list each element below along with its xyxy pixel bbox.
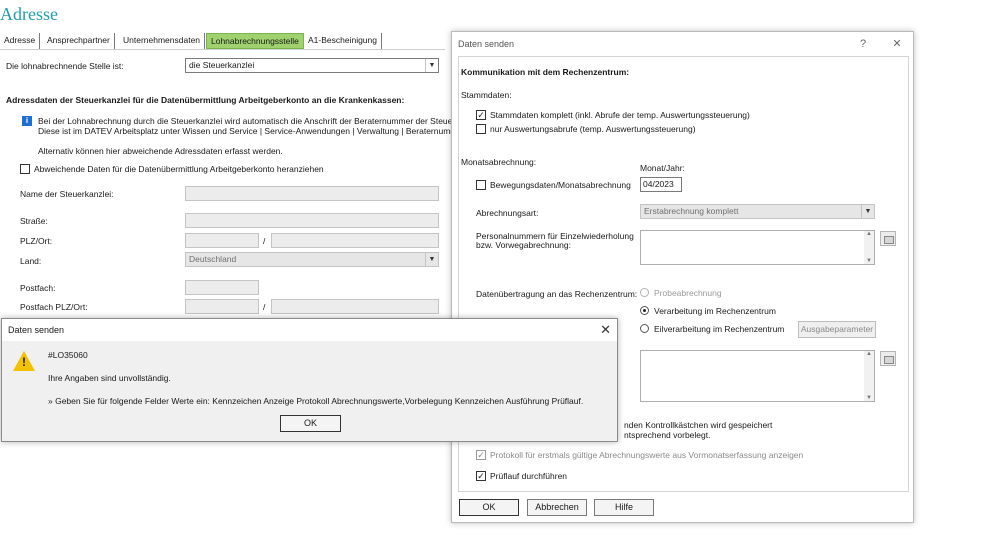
scroll-up-icon: ▲ xyxy=(866,231,872,237)
error-ok-button[interactable]: OK xyxy=(280,415,341,432)
abrechnungsart-value: Erstabrechnung komplett xyxy=(644,206,739,216)
probe-radio-label: Probeabrechnung xyxy=(654,288,722,298)
bemerkung-picker-button[interactable] xyxy=(880,351,896,366)
eil-radio[interactable] xyxy=(640,324,649,333)
bewegung-checkbox[interactable] xyxy=(476,180,486,190)
hint-line-2: ntsprechend vorbelegt. xyxy=(624,430,711,440)
info-text-line3: Alternativ können hier abweichende Adres… xyxy=(38,146,283,156)
chevron-down-icon: ▼ xyxy=(425,59,438,72)
help-icon[interactable]: ? xyxy=(856,32,870,56)
tab-lohnabrechnungsstelle[interactable]: Lohnabrechnungsstelle xyxy=(206,33,304,49)
pruef-checkbox[interactable]: ✓ xyxy=(476,471,486,481)
strasse-input[interactable] xyxy=(185,213,439,228)
stelle-label: Die lohnabrechnende Stelle ist: xyxy=(6,61,124,71)
verarbeitung-radio[interactable] xyxy=(640,306,649,315)
close-icon[interactable]: ✕ xyxy=(890,32,904,56)
error-message: Ihre Angaben sind unvollständig. xyxy=(48,373,171,383)
monats-label: Monatsabrechnung: xyxy=(461,157,537,167)
postfach-ort-input[interactable] xyxy=(271,299,439,314)
scroll-down-icon: ▼ xyxy=(866,258,872,264)
stammdaten-checkbox[interactable]: ✓ xyxy=(476,110,486,120)
abbrechen-button[interactable]: Abbrechen xyxy=(527,499,587,516)
ok-button[interactable]: OK xyxy=(459,499,519,516)
monat-jahr-input[interactable]: 04/2023 xyxy=(640,177,682,192)
stammdaten-checkbox-label: Stammdaten komplett (inkl. Abrufe der te… xyxy=(490,110,750,120)
abrechnungsart-label: Abrechnungsart: xyxy=(476,208,539,218)
protokoll-checkbox-label: Protokoll für erstmals gültige Abrechnun… xyxy=(490,450,804,460)
personalnr-textarea[interactable]: ▲ ▼ xyxy=(640,230,875,265)
monat-jahr-label: Monat/Jahr: xyxy=(640,163,685,173)
stelle-select[interactable]: die Steuerkanzlei ▼ xyxy=(185,58,439,73)
stelle-select-value: die Steuerkanzlei xyxy=(189,60,255,70)
error-detail: » Geben Sie für folgende Felder Werte ei… xyxy=(48,396,584,406)
tab-unternehmensdaten[interactable]: Unternehmensdaten xyxy=(119,33,206,49)
postfach-plz-label: Postfach PLZ/Ort: xyxy=(20,302,88,312)
scroll-down-icon: ▼ xyxy=(866,395,872,401)
name-label: Name der Steuerkanzlei: xyxy=(20,189,114,199)
protokoll-checkbox[interactable]: ✓ xyxy=(476,450,486,460)
hint-line-1: nden Kontrollkästchen wird gespeichert xyxy=(624,420,773,430)
scrollbar[interactable]: ▲ ▼ xyxy=(864,351,874,401)
info-icon: i xyxy=(22,116,32,126)
tab-a1-bescheinigung[interactable]: A1-Bescheinigung xyxy=(304,33,382,49)
pruef-checkbox-label: Prüflauf durchführen xyxy=(490,471,568,481)
postfach-separator: / xyxy=(263,302,266,312)
land-label: Land: xyxy=(20,256,42,266)
info-text-line1: Bei der Lohnabrechnung durch die Steuerk… xyxy=(38,116,476,126)
close-icon[interactable]: ✕ xyxy=(600,319,611,341)
section-heading: Adressdaten der Steuerkanzlei für die Da… xyxy=(6,95,405,105)
scrollbar[interactable]: ▲ ▼ xyxy=(864,231,874,264)
personalnr-picker-button[interactable] xyxy=(880,231,896,246)
abweichend-checkbox[interactable] xyxy=(20,164,30,174)
error-dialog: Daten senden ✕ ! #LO35060 Ihre Angaben s… xyxy=(1,318,618,442)
hilfe-button[interactable]: Hilfe xyxy=(594,499,654,516)
ausgabeparameter-button[interactable]: Ausgabeparameter xyxy=(798,321,876,338)
abweichend-label: Abweichende Daten für die Datenübermittl… xyxy=(34,164,324,174)
bewegung-checkbox-label: Bewegungsdaten/Monatsabrechnung xyxy=(490,180,631,190)
scroll-up-icon: ▲ xyxy=(866,351,872,357)
abrechnungsart-select[interactable]: Erstabrechnung komplett ▼ xyxy=(640,204,875,219)
name-input[interactable] xyxy=(185,186,439,201)
land-select[interactable]: Deutschland ▼ xyxy=(185,252,439,267)
uebertragung-label: Datenübertragung an das Rechenzentrum: xyxy=(476,289,638,299)
bemerkung-textarea[interactable]: ▲ ▼ xyxy=(640,350,875,402)
eil-radio-label: Eilverarbeitung im Rechenzentrum xyxy=(654,324,785,334)
postfach-label: Postfach: xyxy=(20,283,56,293)
warning-mark: ! xyxy=(22,355,26,369)
chevron-down-icon: ▼ xyxy=(425,253,438,266)
error-code: #LO35060 xyxy=(48,350,88,360)
stammdaten-label: Stammdaten: xyxy=(461,90,512,100)
error-dialog-title: Daten senden xyxy=(2,319,617,341)
auswertung-checkbox[interactable] xyxy=(476,124,486,134)
land-select-value: Deutschland xyxy=(189,254,237,264)
page-title: Adresse xyxy=(0,4,58,24)
strasse-label: Straße: xyxy=(20,216,48,226)
tab-ansprechpartner[interactable]: Ansprechpartner xyxy=(43,33,115,49)
verarbeitung-radio-label: Verarbeitung im Rechenzentrum xyxy=(654,306,776,316)
postfach-input[interactable] xyxy=(185,280,259,295)
postfach-plz-input[interactable] xyxy=(185,299,259,314)
send-dialog: Daten senden ? ✕ Kommunikation mit dem R… xyxy=(451,31,914,523)
ort-input[interactable] xyxy=(271,233,439,248)
tab-divider xyxy=(0,49,445,50)
tab-adresse[interactable]: Adresse xyxy=(0,33,41,49)
probe-radio[interactable] xyxy=(640,288,649,297)
send-dialog-title: Daten senden xyxy=(458,39,515,49)
plz-label: PLZ/Ort: xyxy=(20,236,53,246)
plz-separator: / xyxy=(263,236,266,246)
auswertung-checkbox-label: nur Auswertungsabrufe (temp. Auswertungs… xyxy=(490,124,696,134)
chevron-down-icon: ▼ xyxy=(861,205,874,218)
personalnr-label-2: bzw. Vorwegabrechnung: xyxy=(476,240,571,250)
plz-input[interactable] xyxy=(185,233,259,248)
send-heading: Kommunikation mit dem Rechenzentrum: xyxy=(461,67,630,77)
info-text-line2: Diese ist im DATEV Arbeitsplatz unter Wi… xyxy=(38,126,477,136)
